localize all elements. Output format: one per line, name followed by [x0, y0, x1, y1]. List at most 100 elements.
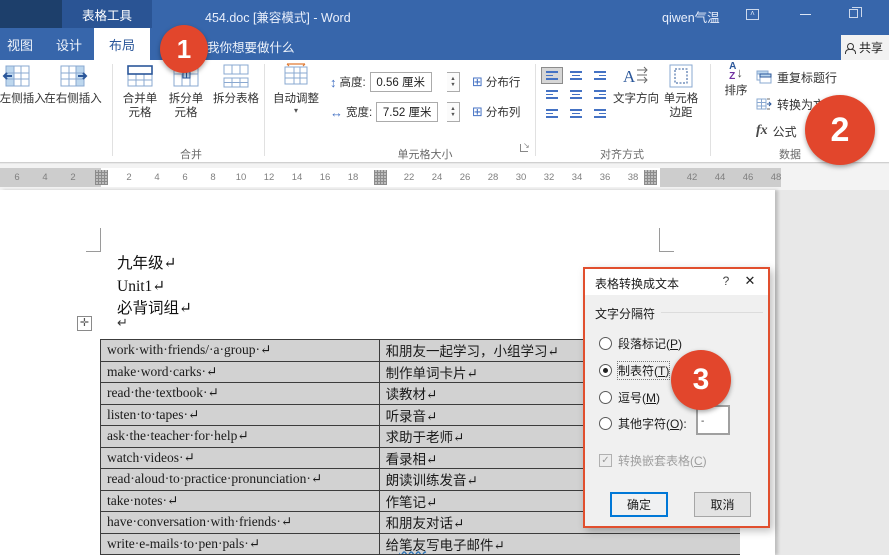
- ruler-tick: 24: [428, 168, 446, 187]
- table-cell-en[interactable]: work·with·friends/·a·group·↵: [101, 340, 379, 361]
- autofit-button[interactable]: 自动调整 ▾: [268, 62, 324, 115]
- horizontal-ruler[interactable]: 6422468101214161822242628303234363842444…: [0, 164, 889, 190]
- formula-button[interactable]: fx 公式: [756, 122, 797, 140]
- autofit-dropdown-icon[interactable]: ▾: [294, 107, 298, 115]
- radio-option-P[interactable]: 段落标记(P): [599, 335, 682, 351]
- ruler-tick: 34: [568, 168, 586, 187]
- titlebar-corner: [0, 0, 62, 28]
- align-top-center-button[interactable]: [565, 67, 587, 84]
- convert-nested-label: 转换嵌套表格(C): [618, 452, 707, 469]
- col-width-input[interactable]: [376, 102, 438, 122]
- split-table-button[interactable]: 拆分表格: [208, 62, 264, 107]
- table-cell-en[interactable]: read·the·textbook·↵: [101, 383, 379, 404]
- dialog-help-icon[interactable]: ?: [718, 274, 734, 288]
- sort-button[interactable]: A Z ↓ 排序: [716, 62, 756, 99]
- table-move-handle[interactable]: ✛: [77, 316, 92, 331]
- cancel-button[interactable]: 取消: [694, 492, 751, 517]
- paragraph[interactable]: 必背词组↵: [117, 298, 192, 321]
- tab-view[interactable]: 视图: [0, 28, 40, 60]
- ruler-table-marker[interactable]: [95, 170, 108, 185]
- ribbon: 在左侧插入 在右侧插入 合并单元格: [0, 60, 889, 163]
- align-top-left-button[interactable]: [541, 67, 563, 84]
- radio-option-O[interactable]: 其他字符(O):: [599, 415, 687, 431]
- ruler-tick: 42: [683, 168, 701, 187]
- convert-nested-checkbox-row[interactable]: ✓ 转换嵌套表格(C): [599, 452, 707, 469]
- group-divider-line: [661, 312, 763, 313]
- repeat-header-button[interactable]: 重复标题行: [756, 68, 837, 86]
- table-cell-en[interactable]: watch·videos·↵: [101, 448, 379, 469]
- dialog-title-bar[interactable]: 表格转换成文本 ? ✕: [585, 269, 768, 295]
- align-bottom-right-button[interactable]: [589, 105, 611, 122]
- insert-right-button[interactable]: 在右侧插入: [42, 62, 104, 107]
- ruler-tick: 46: [739, 168, 757, 187]
- cell-margins-button[interactable]: 单元格边距: [658, 62, 704, 120]
- table-cell-en[interactable]: make·word·carks·↵: [101, 362, 379, 383]
- table-cell-en[interactable]: take·notes·↵: [101, 491, 379, 512]
- step-2-badge: 2: [805, 95, 875, 165]
- document-paragraphs[interactable]: 九年级↵Unit1↵必背词组↵: [117, 253, 192, 321]
- minimize-icon[interactable]: [800, 14, 811, 15]
- ruler-tick: 44: [711, 168, 729, 187]
- col-width-spinner[interactable]: ▲▼: [447, 102, 460, 122]
- paragraph[interactable]: 九年级↵: [117, 253, 192, 276]
- account-name[interactable]: qiwen气温: [662, 7, 720, 26]
- table-cell-en[interactable]: ask·the·teacher·for·help↵: [101, 426, 379, 447]
- table-cell-en[interactable]: listen·to·tapes·↵: [101, 405, 379, 426]
- margin-crop-mark: [659, 251, 674, 252]
- radio-option-T[interactable]: 制表符(T): [599, 362, 669, 378]
- row-height-spinner[interactable]: ▲▼: [447, 72, 460, 92]
- radio-selected-icon[interactable]: [599, 364, 612, 377]
- ruler-tick: 8: [204, 168, 222, 187]
- radio-icon[interactable]: [599, 417, 612, 430]
- tab-layout[interactable]: 布局: [94, 28, 150, 60]
- ruler-tick: 28: [484, 168, 502, 187]
- ribbon-separator: [710, 64, 711, 156]
- radio-icon[interactable]: [599, 391, 612, 404]
- table-cell-en[interactable]: write·e-mails·to·pen·pals·↵: [101, 534, 379, 555]
- merge-cells-button[interactable]: 合并单元格: [118, 62, 162, 120]
- merge-cells-icon: [125, 62, 155, 90]
- table-cell-en[interactable]: read·aloud·to·practice·pronunciation·↵: [101, 469, 379, 490]
- ruler-tick: 12: [260, 168, 278, 187]
- ruler-tick: 30: [512, 168, 530, 187]
- row-height-icon: ↕: [330, 75, 337, 90]
- row-height-input[interactable]: [370, 72, 432, 92]
- ruler-tick: 2: [120, 168, 138, 187]
- table-cell-en[interactable]: have·conversation·with·friends·↵: [101, 512, 379, 533]
- ruler-tick: 18: [344, 168, 362, 187]
- step-3-badge: 3: [671, 350, 731, 410]
- svg-text:A: A: [623, 67, 636, 86]
- paragraph[interactable]: Unit1↵: [117, 276, 192, 299]
- dialog-close-icon[interactable]: ✕: [740, 273, 760, 289]
- table-row[interactable]: write·e-mails·to·pen·pals·↵给笔友写电子邮件↵: [101, 534, 740, 555]
- table-cell-zh[interactable]: 给笔友写电子邮件↵: [379, 534, 740, 555]
- ruler-tick: 36: [596, 168, 614, 187]
- align-bottom-center-button[interactable]: [565, 105, 587, 122]
- contextual-tab-header: 表格工具: [62, 0, 152, 28]
- text-direction-button[interactable]: A 文字方向: [612, 62, 660, 107]
- ruler-tick: 48: [767, 168, 785, 187]
- ribbon-display-options-icon[interactable]: ˄: [746, 9, 759, 20]
- ruler-table-marker[interactable]: [374, 170, 387, 185]
- align-top-right-button[interactable]: [589, 67, 611, 84]
- radio-icon[interactable]: [599, 337, 612, 350]
- separator-group-label: 文字分隔符: [595, 305, 655, 322]
- share-button[interactable]: 共享: [841, 35, 889, 60]
- ribbon-separator: [112, 64, 113, 156]
- align-bottom-left-button[interactable]: [541, 105, 563, 122]
- ruler-tick: 4: [36, 168, 54, 187]
- restore-icon[interactable]: [849, 9, 858, 18]
- tab-design[interactable]: 设计: [48, 28, 90, 60]
- align-center-left-button[interactable]: [541, 86, 563, 103]
- ok-button[interactable]: 确定: [610, 492, 668, 517]
- person-add-icon: [845, 43, 855, 53]
- radio-option-M[interactable]: 逗号(M): [599, 389, 660, 405]
- cellsize-dialog-launcher-icon[interactable]: [520, 144, 531, 155]
- align-center-center-button[interactable]: [565, 86, 587, 103]
- align-center-right-button[interactable]: [589, 86, 611, 103]
- distribute-cols-button[interactable]: ⊞ 分布列: [472, 104, 520, 120]
- insert-left-button[interactable]: 在左侧插入: [0, 62, 48, 107]
- radio-label: 逗号(M): [618, 389, 660, 406]
- ruler-table-marker[interactable]: [644, 170, 657, 185]
- distribute-rows-button[interactable]: ⊞ 分布行: [472, 74, 520, 90]
